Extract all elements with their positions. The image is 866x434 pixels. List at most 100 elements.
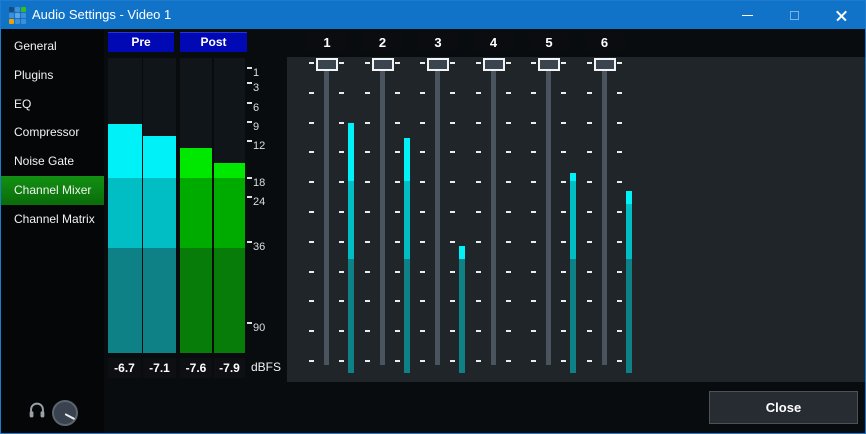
titlebar[interactable]: Audio Settings - Video 1: [1, 1, 865, 29]
fader-tick-mark: [420, 241, 425, 243]
fader-tick-mark: [309, 211, 314, 213]
level-segment: [214, 163, 245, 178]
fader-tick-mark: [395, 92, 400, 94]
level-segment: [108, 124, 142, 178]
level-segment: [143, 136, 176, 178]
sidebar-item-plugins[interactable]: Plugins: [1, 61, 104, 90]
sidebar-item-channel-mixer[interactable]: Channel Mixer: [1, 176, 104, 205]
logo-square: [9, 13, 14, 18]
fader-tick-mark: [531, 211, 536, 213]
pre-meter-left: [108, 58, 142, 353]
fader-tick-mark: [587, 211, 592, 213]
fader-tick-mark: [395, 300, 400, 302]
fader-tick-mark: [617, 300, 622, 302]
fader-tick-mark: [309, 360, 314, 362]
fader-tick-mark: [617, 360, 622, 362]
close-window-button[interactable]: [818, 1, 865, 29]
audio-settings-window: Audio Settings - Video 1 General Plugins…: [0, 0, 866, 434]
level-segment: [143, 248, 176, 353]
level-segment: [570, 259, 576, 373]
fader-track-channel-2[interactable]: [380, 63, 385, 365]
fader-tick-mark: [309, 300, 314, 302]
fader-tick-mark: [561, 330, 566, 332]
fader-track-channel-4[interactable]: [491, 63, 496, 365]
logo-square: [21, 19, 26, 24]
dialog-body: General Plugins EQ Compressor Noise Gate…: [1, 29, 865, 433]
fader-tick-mark: [617, 241, 622, 243]
level-segment: [180, 148, 212, 178]
close-button[interactable]: Close: [709, 391, 858, 424]
fader-tick-mark: [395, 211, 400, 213]
fader-tick-mark: [450, 271, 455, 273]
level-segment: [214, 178, 245, 248]
fader-tick-mark: [476, 330, 481, 332]
fader-tick-mark: [420, 92, 425, 94]
fader-tick-mark: [420, 360, 425, 362]
sidebar-item-eq[interactable]: EQ: [1, 90, 104, 119]
fader-handle-channel-5[interactable]: [538, 58, 560, 71]
fader-track-channel-5[interactable]: [546, 63, 551, 365]
scale-mark: 36: [247, 241, 277, 257]
channel-level-meter-1: [348, 123, 354, 373]
fader-handle-channel-4[interactable]: [483, 58, 505, 71]
logo-square: [21, 7, 26, 12]
fader-tick-mark: [309, 241, 314, 243]
level-segment: [348, 123, 354, 181]
sidebar-item-noise-gate[interactable]: Noise Gate: [1, 147, 104, 176]
fader-handle-channel-2[interactable]: [372, 58, 394, 71]
fader-handle-channel-1[interactable]: [316, 58, 338, 71]
fader-tick-mark: [339, 62, 344, 64]
fader-tick-mark: [531, 271, 536, 273]
fader-tick-mark: [506, 300, 511, 302]
minimize-button[interactable]: [724, 1, 771, 29]
level-segment: [459, 259, 465, 373]
fader-tick-mark: [420, 271, 425, 273]
fader-tick-mark: [450, 211, 455, 213]
scale-mark: 18: [247, 177, 277, 193]
fader-track-channel-3[interactable]: [435, 63, 440, 365]
fader-tick-mark: [365, 151, 370, 153]
channel-strip-3: [410, 57, 466, 382]
scale-tick: [247, 177, 252, 179]
fader-tick-mark: [365, 271, 370, 273]
fader-tick-mark: [561, 122, 566, 124]
pre-left-db-value: -6.7: [108, 358, 141, 378]
fader-tick-mark: [476, 241, 481, 243]
sidebar-item-general[interactable]: General: [1, 32, 104, 61]
fader-tick-mark: [420, 151, 425, 153]
fader-track-channel-1[interactable]: [324, 63, 329, 365]
channel-strip-4: [466, 57, 522, 382]
fader-tick-mark: [561, 241, 566, 243]
fader-track-channel-6[interactable]: [602, 63, 607, 365]
fader-tick-mark: [587, 271, 592, 273]
scale-tick: [247, 241, 252, 243]
fader-tick-mark: [617, 330, 622, 332]
sidebar-item-compressor[interactable]: Compressor: [1, 118, 104, 147]
fader-tick-mark: [506, 122, 511, 124]
fader-tick-mark: [476, 122, 481, 124]
sidebar-item-channel-matrix[interactable]: Channel Matrix: [1, 205, 104, 234]
fader-tick-mark: [395, 330, 400, 332]
fader-handle-channel-6[interactable]: [594, 58, 616, 71]
fader-tick-mark: [476, 92, 481, 94]
level-bar: [180, 148, 212, 353]
fader-tick-mark: [561, 271, 566, 273]
fader-tick-mark: [395, 241, 400, 243]
fader-tick-mark: [450, 92, 455, 94]
fader-tick-mark: [339, 300, 344, 302]
fader-tick-mark: [420, 300, 425, 302]
fader-tick-mark: [561, 211, 566, 213]
fader-tick-mark: [531, 330, 536, 332]
channel-1-header: 1: [307, 33, 347, 51]
fader-tick-mark: [476, 62, 481, 64]
post-left-db-value: -7.6: [180, 358, 212, 378]
maximize-button[interactable]: [771, 1, 818, 29]
level-segment: [180, 248, 212, 353]
fader-tick-mark: [450, 330, 455, 332]
headphones-volume-knob[interactable]: [52, 400, 78, 426]
scale-tick: [247, 140, 252, 142]
fader-handle-channel-3[interactable]: [427, 58, 449, 71]
window-title: Audio Settings - Video 1: [32, 1, 171, 29]
level-segment: [108, 248, 142, 353]
fader-tick-mark: [365, 300, 370, 302]
